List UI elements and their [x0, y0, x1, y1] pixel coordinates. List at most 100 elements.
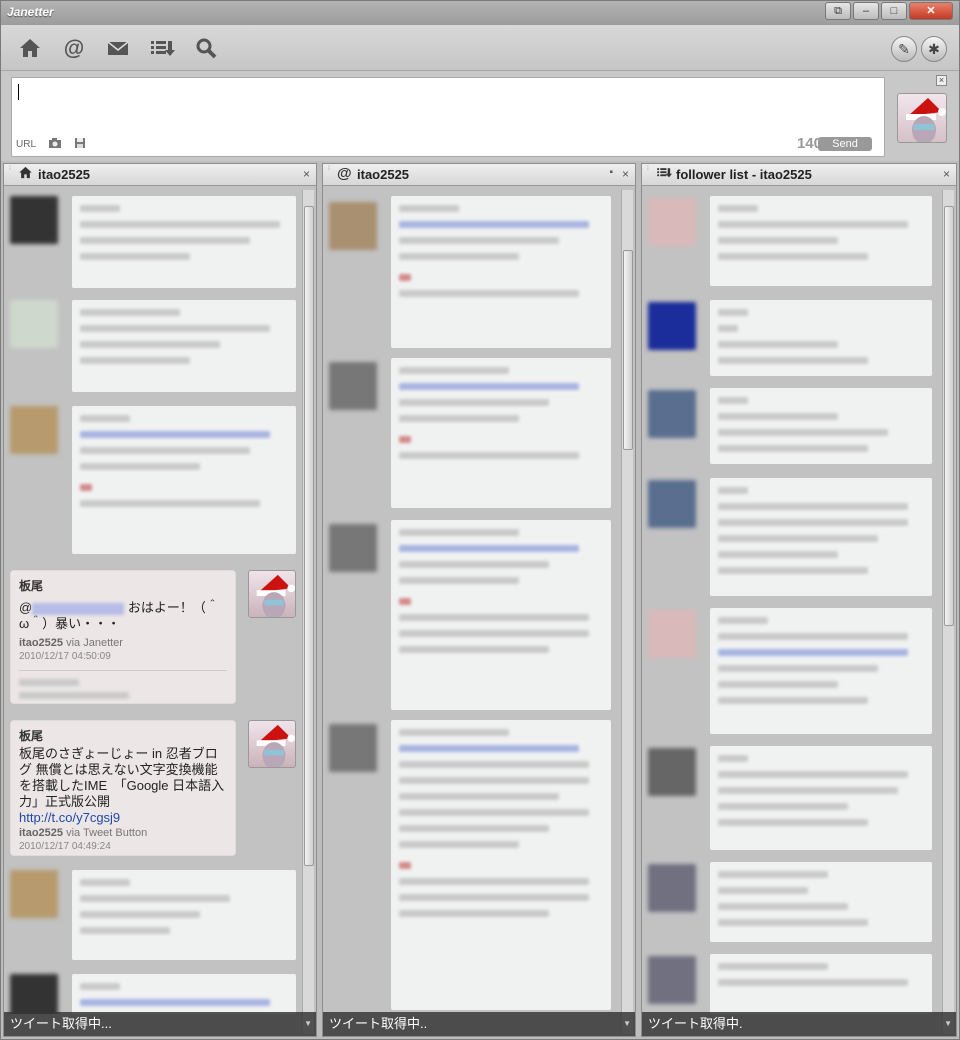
avatar[interactable] — [10, 974, 58, 1014]
maximize-button[interactable]: □ — [881, 2, 907, 20]
avatar[interactable] — [897, 93, 947, 143]
app-title: Janetter — [7, 5, 54, 19]
avatar[interactable] — [329, 524, 377, 572]
gear-icon[interactable]: ✱ — [921, 36, 947, 62]
column-close-icon[interactable]: × — [303, 167, 310, 181]
tweet-time[interactable]: 2010/12/17 04:49:24 — [19, 841, 227, 852]
tweet-username[interactable]: itao2525 — [19, 827, 63, 839]
tweet-time[interactable]: 2010/12/17 04:50:09 — [19, 651, 227, 662]
list-item[interactable] — [72, 870, 296, 960]
composer-area: URL 140 Send × — [1, 71, 959, 161]
list-item[interactable] — [710, 478, 932, 596]
title-bar[interactable]: Janetter ⧉ – □ ✕ — [1, 1, 959, 25]
tweet-author: 板尾 — [19, 729, 44, 743]
avatar[interactable] — [648, 610, 696, 658]
status-text: ツイート取得中... — [10, 1016, 112, 1031]
pen-icon[interactable]: ✎ — [891, 36, 917, 62]
main-toolbar: @ ✎ ✱ — [1, 25, 959, 71]
scrollbar[interactable] — [302, 190, 314, 1034]
home-icon[interactable] — [17, 36, 43, 62]
tweet-input[interactable]: URL 140 Send — [11, 77, 885, 157]
avatar[interactable] — [648, 390, 696, 438]
list-item[interactable] — [710, 388, 932, 464]
tweet-username[interactable]: itao2525 — [19, 637, 63, 649]
list-item[interactable] — [710, 608, 932, 734]
avatar[interactable] — [329, 362, 377, 410]
list-item[interactable] — [710, 862, 932, 942]
list-item[interactable] — [72, 300, 296, 392]
composer-close-icon[interactable]: × — [936, 75, 947, 86]
scroll-thumb[interactable] — [304, 206, 314, 866]
mail-icon[interactable] — [105, 36, 131, 62]
tweet-via: via Tweet Button — [66, 827, 148, 839]
tweet-text: @ おはよー！（＾ω＾）暴い・・・ — [19, 600, 219, 631]
scrollbar[interactable] — [621, 190, 633, 1034]
mention-link[interactable] — [32, 602, 125, 615]
avatar[interactable] — [329, 724, 377, 772]
avatar[interactable] — [248, 570, 296, 618]
column-mentions: ⁞ @ itao2525 ▪ × ツイート取得中.. ▼ — [322, 163, 636, 1037]
mention-icon[interactable]: @ — [61, 36, 87, 62]
tweet-card[interactable]: 板尾 @ おはよー！（＾ω＾）暴い・・・ itao2525 via Janett… — [10, 570, 236, 704]
tweet-author: 板尾 — [19, 579, 44, 593]
list-item[interactable] — [710, 300, 932, 376]
avatar[interactable] — [10, 406, 58, 454]
scroll-thumb[interactable] — [623, 250, 633, 450]
column-drag-handle[interactable]: ⁞ — [325, 166, 333, 182]
list-item[interactable] — [710, 196, 932, 286]
column-drag-handle[interactable]: ⁞ — [644, 166, 652, 182]
column-title: follower list - itao2525 — [676, 167, 812, 182]
save-icon[interactable] — [74, 137, 86, 152]
column-drag-handle[interactable]: ⁞ — [6, 166, 14, 182]
status-text: ツイート取得中. — [648, 1016, 743, 1031]
app-window: Janetter ⧉ – □ ✕ @ ✎ ✱ URL 140 Send × ⁞ … — [0, 0, 960, 1040]
avatar[interactable] — [648, 198, 696, 246]
send-button[interactable]: Send — [818, 137, 872, 151]
timeline[interactable] — [642, 186, 956, 1014]
timeline[interactable]: 板尾 @ おはよー！（＾ω＾）暴い・・・ itao2525 via Janett… — [4, 186, 316, 1014]
list-item[interactable] — [72, 974, 296, 1014]
search-icon[interactable] — [193, 36, 219, 62]
minimize-button[interactable]: – — [853, 2, 879, 20]
tweet-card[interactable]: 板尾 板尾のさぎょーじょー in 忍者ブログ 無償とは思えない文字変換機能を搭載… — [10, 720, 236, 856]
reply-bubble-icon[interactable]: ▪ — [609, 167, 613, 178]
avatar[interactable] — [648, 748, 696, 796]
list-item[interactable] — [72, 406, 296, 554]
status-text: ツイート取得中.. — [329, 1016, 428, 1031]
scroll-down-icon[interactable]: ▼ — [944, 1012, 952, 1036]
list-item[interactable] — [391, 196, 611, 348]
composer-tools: URL — [16, 137, 86, 152]
tweet-link[interactable]: http://t.co/y7cgsj9 — [19, 810, 227, 825]
column-close-icon[interactable]: × — [622, 167, 629, 181]
close-button[interactable]: ✕ — [909, 2, 953, 20]
status-bar: ツイート取得中.. ▼ — [323, 1012, 635, 1036]
scrollbar[interactable] — [942, 190, 954, 1034]
avatar[interactable] — [10, 300, 58, 348]
timeline[interactable] — [323, 186, 635, 1014]
avatar[interactable] — [648, 480, 696, 528]
scroll-down-icon[interactable]: ▼ — [304, 1012, 312, 1036]
avatar[interactable] — [648, 864, 696, 912]
column-header: ⁞ @ itao2525 ▪ × — [323, 164, 635, 186]
column-close-icon[interactable]: × — [943, 167, 950, 181]
list-item[interactable] — [710, 746, 932, 850]
status-bar: ツイート取得中... ▼ — [4, 1012, 316, 1036]
scroll-down-icon[interactable]: ▼ — [623, 1012, 631, 1036]
list-item[interactable] — [391, 520, 611, 710]
avatar[interactable] — [329, 202, 377, 250]
avatar[interactable] — [10, 870, 58, 918]
list-item[interactable] — [72, 196, 296, 288]
list-item[interactable] — [391, 358, 611, 508]
scroll-thumb[interactable] — [944, 206, 954, 626]
url-shorten-button[interactable]: URL — [16, 139, 36, 150]
restore-button[interactable]: ⧉ — [825, 2, 851, 20]
camera-icon[interactable] — [48, 137, 62, 152]
avatar[interactable] — [648, 302, 696, 350]
avatar[interactable] — [648, 956, 696, 1004]
list-icon[interactable] — [149, 36, 175, 62]
list-item[interactable] — [710, 954, 932, 1014]
list-item[interactable] — [391, 720, 611, 1010]
text-caret — [18, 84, 19, 100]
avatar[interactable] — [10, 196, 58, 244]
avatar[interactable] — [248, 720, 296, 768]
